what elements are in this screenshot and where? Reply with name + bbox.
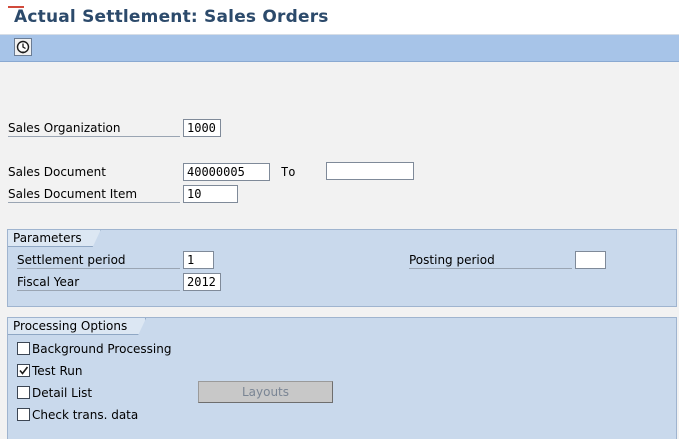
test-run-checkbox[interactable] <box>17 364 30 377</box>
checkmark-icon <box>19 366 29 375</box>
sales-organization-label: Sales Organization <box>8 120 180 137</box>
execute-clock-icon <box>16 40 30 54</box>
layouts-button[interactable]: Layouts <box>198 381 333 403</box>
sales-document-to-field[interactable] <box>326 162 414 180</box>
execute-button[interactable] <box>14 38 32 56</box>
detail-list-checkbox[interactable] <box>17 386 30 399</box>
posting-period-field[interactable] <box>575 251 606 269</box>
check-trans-data-checkbox[interactable] <box>17 408 30 421</box>
posting-period-label: Posting period <box>409 252 572 269</box>
sales-organization-field[interactable]: 1000 <box>183 119 221 137</box>
settlement-period-label: Settlement period <box>17 252 180 269</box>
detail-list-label: Detail List <box>32 386 93 400</box>
sales-document-item-label: Sales Document Item <box>8 186 180 203</box>
title-bar: Actual Settlement: Sales Orders <box>0 0 679 35</box>
processing-options-group-title: Processing Options <box>8 318 146 335</box>
sales-document-item-field[interactable]: 10 <box>183 185 238 203</box>
check-trans-data-label: Check trans. data <box>32 408 139 422</box>
sales-document-from-field[interactable]: 40000005 <box>183 163 270 181</box>
application-toolbar <box>0 35 679 62</box>
parameters-group-title: Parameters <box>8 230 101 247</box>
fiscal-year-label: Fiscal Year <box>17 274 180 291</box>
sales-document-label: Sales Document <box>8 165 106 179</box>
fiscal-year-field[interactable]: 2012 <box>183 273 221 291</box>
to-label: To <box>281 165 296 179</box>
page-title: Actual Settlement: Sales Orders <box>14 7 329 27</box>
background-processing-label: Background Processing <box>32 342 172 356</box>
settlement-period-field[interactable]: 1 <box>183 251 214 269</box>
background-processing-checkbox[interactable] <box>17 342 30 355</box>
test-run-label: Test Run <box>32 364 83 378</box>
